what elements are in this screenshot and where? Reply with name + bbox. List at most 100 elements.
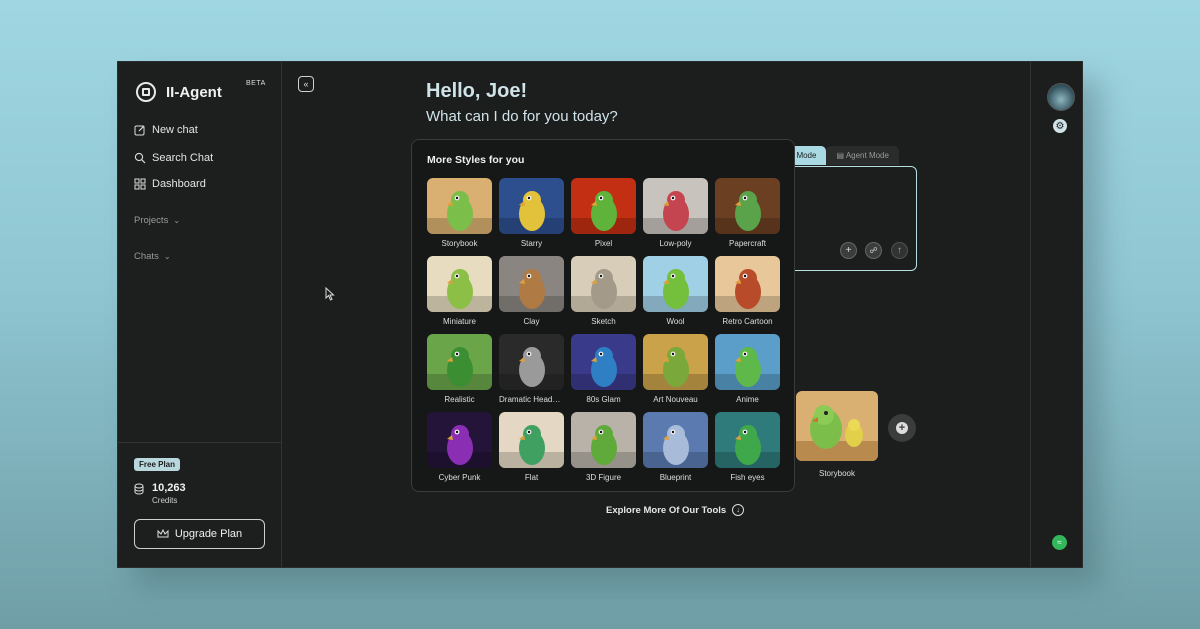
style-option-card[interactable]: Blueprint (643, 412, 708, 482)
style-label: Sketch (591, 317, 616, 326)
dashboard-label: Dashboard (152, 178, 206, 190)
style-option-card[interactable]: Pixel (571, 178, 636, 248)
style-option-card[interactable]: 80s Glam (571, 334, 636, 404)
style-option-card[interactable]: Clay (499, 256, 564, 326)
credits-label: Credits (152, 496, 178, 505)
style-option-card[interactable]: Starry (499, 178, 564, 248)
style-option-card[interactable]: Art Nouveau (643, 334, 708, 404)
brand[interactable]: II-Agent BETA (136, 80, 265, 102)
user-avatar[interactable] (1047, 83, 1075, 111)
style-label: 3D Figure (585, 473, 622, 482)
style-thumbnail (643, 334, 708, 390)
style-thumbnail (643, 178, 708, 234)
style-thumbnail (427, 256, 492, 312)
style-option-card[interactable]: Sketch (571, 256, 636, 326)
plan-badge: Free Plan (134, 458, 181, 471)
tab-agent-mode[interactable]: ▤ Agent Mode (826, 146, 899, 165)
style-thumbnail (499, 334, 564, 390)
credits-display: 10,263 Credits (134, 482, 186, 505)
style-label: Clay (523, 317, 540, 326)
chevron-down-icon: ⌄ (173, 216, 181, 225)
dashboard-button[interactable]: Dashboard (134, 178, 206, 190)
projects-label: Projects (134, 215, 169, 226)
app-window: II-Agent BETA New chat Search Chat Dashb… (117, 61, 1083, 568)
logo-icon (136, 82, 156, 102)
style-thumbnail (499, 178, 564, 234)
mouse-cursor-icon (325, 287, 335, 301)
style-option-card[interactable]: Wool (643, 256, 708, 326)
style-label: Art Nouveau (653, 395, 698, 404)
style-thumbnail (499, 256, 564, 312)
style-thumbnail (715, 256, 780, 312)
style-thumbnail (715, 412, 780, 468)
style-label: Realistic (444, 395, 475, 404)
mode-tabs: t Mode ▤ Agent Mode (782, 146, 899, 165)
style-label: Cyber Punk (438, 473, 481, 482)
styles-popover: More Styles for you Storybook Starry Pixel… (411, 139, 795, 492)
attach-button[interactable]: + (840, 242, 857, 259)
sidebar: II-Agent BETA New chat Search Chat Dashb… (118, 62, 282, 567)
style-label: Storybook (441, 239, 478, 248)
new-chat-label: New chat (152, 124, 198, 136)
upgrade-plan-button[interactable]: Upgrade Plan (134, 519, 265, 549)
style-option-card[interactable]: Dramatic Headshot (499, 334, 564, 404)
right-panel-divider (1030, 62, 1031, 567)
style-option-card[interactable]: Cyber Punk (427, 412, 492, 482)
style-option-card[interactable]: Fish eyes (715, 412, 780, 482)
add-style-button[interactable]: + (888, 414, 916, 442)
sidebar-divider (118, 442, 281, 443)
style-label: Pixel (594, 239, 613, 248)
style-label: 80s Glam (586, 395, 621, 404)
style-label: Low-poly (659, 239, 692, 248)
style-thumbnail (643, 412, 708, 468)
settings-button[interactable]: ⚙ (1053, 119, 1067, 133)
chats-section-toggle[interactable]: Chats ⌄ (134, 251, 171, 262)
selected-style-label: Storybook (818, 469, 856, 478)
style-option-card[interactable]: Anime (715, 334, 780, 404)
style-thumbnail (571, 178, 636, 234)
style-option-card[interactable]: Papercraft (715, 178, 780, 248)
style-option-card[interactable]: Miniature (427, 256, 492, 326)
credits-value: 10,263 (152, 482, 186, 494)
explore-tools-link[interactable]: Explore More Of Our Tools ↓ (606, 504, 745, 516)
crown-icon (157, 529, 169, 538)
style-option-card[interactable]: Retro Cartoon (715, 256, 780, 326)
selected-style-thumbnail (796, 391, 878, 461)
style-label: Retro Cartoon (722, 317, 773, 326)
style-thumbnail (571, 256, 636, 312)
style-thumbnail (643, 256, 708, 312)
branch-icon: ☍ (869, 246, 878, 255)
style-option-card[interactable]: Low-poly (643, 178, 708, 248)
coins-icon (134, 483, 144, 495)
beta-badge: BETA (246, 80, 266, 87)
collapse-sidebar-button[interactable]: « (298, 76, 314, 92)
search-icon (134, 152, 146, 164)
style-thumbnail (499, 412, 564, 468)
style-option-card[interactable]: 3D Figure (571, 412, 636, 482)
app-name: II-Agent (166, 83, 222, 101)
popover-title: More Styles for you (427, 154, 525, 166)
style-thumbnail (427, 178, 492, 234)
new-chat-button[interactable]: New chat (134, 124, 198, 136)
style-label: Miniature (443, 317, 476, 326)
style-thumbnail (427, 334, 492, 390)
arrow-down-circle-icon: ↓ (732, 504, 745, 516)
search-chat-button[interactable]: Search Chat (134, 152, 213, 164)
style-option-card[interactable]: Realistic (427, 334, 492, 404)
plus-icon: + (845, 245, 852, 256)
send-button[interactable]: ↑ (891, 242, 908, 259)
style-option-card[interactable]: Storybook (427, 178, 492, 248)
projects-section-toggle[interactable]: Projects ⌄ (134, 215, 180, 226)
greeting-subtitle: What can I do for you today? (426, 108, 618, 125)
style-option-card[interactable]: Flat (499, 412, 564, 482)
selected-style-card[interactable] (796, 391, 878, 461)
search-chat-label: Search Chat (152, 152, 214, 164)
plus-icon: + (896, 422, 908, 434)
style-thumbnail (571, 412, 636, 468)
tools-button[interactable]: ☍ (865, 242, 882, 259)
explore-tools-label: Explore More Of Our Tools (606, 504, 727, 516)
style-label: Wool (666, 317, 685, 326)
style-thumbnail (571, 334, 636, 390)
gear-icon: ⚙ (1055, 120, 1065, 132)
style-label: Starry (520, 239, 543, 248)
